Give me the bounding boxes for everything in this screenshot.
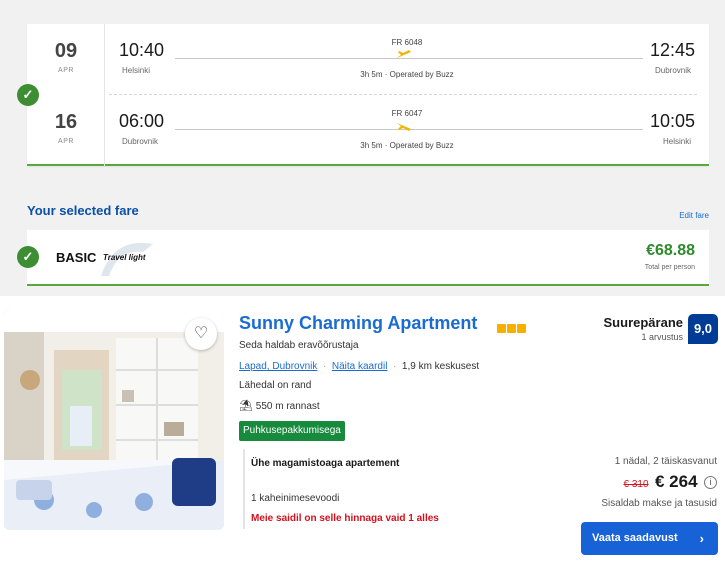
property-title[interactable]: Sunny Charming Apartment [239,313,477,334]
beach-distance-line: ⛱ 550 m rannast [239,399,320,412]
flight-itinerary-card: 09 APR 10:40 Helsinki FR 6048 3h 5m · Op… [27,24,709,166]
separator-dot: · [390,361,400,372]
location-link[interactable]: Lapad, Dubrovnik [239,361,317,372]
flight-day: 16 [54,111,78,133]
selected-fare-card: BASIC Travel light €68.88 Total per pers… [27,230,709,286]
flight-duration: 3h 5m · Operated by Buzz [360,141,454,150]
flight-date: 09 APR [27,24,105,95]
arrival-time: 10:05 [649,111,695,131]
flight-month: APR [58,138,74,145]
chevron-right-icon: › [699,531,704,546]
beach-icon: ⛱ [239,400,253,412]
fare-tagline: Travel light [103,253,146,262]
bed-type: 1 kaheinimesevoodi [251,493,340,504]
plane-icon [397,121,411,134]
fare-selected-check-icon: ✓ [17,246,39,268]
near-beach-text: Lähedal on rand [239,380,312,391]
plane-icon [397,50,411,63]
flight-number: FR 6047 [391,109,423,118]
edit-fare-link[interactable]: Edit fare [679,211,709,220]
show-on-map-link[interactable]: Näita kaardil [332,361,388,372]
arrival-city: Helsinki [662,137,691,146]
distance-from-center: 1,9 km keskusest [401,361,480,372]
flight-month: APR [58,67,74,74]
arrival-time: 12:45 [649,40,695,60]
flight-date: 16 APR [27,95,105,166]
selected-fare-heading: Your selected fare [27,203,139,218]
see-availability-label: Vaata saadavust [592,532,678,544]
stay-details: 1 nädal, 2 täiskasvanut [614,456,717,467]
arrival-city: Dubrovnik [654,66,691,75]
separator-dot: · [320,361,330,372]
review-count: 1 arvustus [641,332,683,342]
star-icon [497,324,506,333]
deal-badge: Puhkusepakkumisega [239,421,345,441]
flight-row-outbound: 09 APR 10:40 Helsinki FR 6048 3h 5m · Op… [27,24,709,95]
departure-city: Helsinki [122,66,151,75]
beach-distance: 550 m rannast [255,401,320,412]
price-line: € 310 € 264 i [624,472,717,492]
flight-number: FR 6048 [391,38,423,47]
flight-selected-check-icon: ✓ [17,84,39,106]
flight-row-return: 16 APR 06:00 Dubrovnik FR 6047 3h 5m · O… [27,95,709,166]
scarcity-message: Meie saidil on selle hinnaga vaid 1 alle… [251,513,439,524]
room-info-bar [243,449,245,529]
host-type: Seda haldab eravõõrustaja [239,340,359,351]
fare-name: BASIC [56,250,97,265]
flight-summary-area: 09 APR 10:40 Helsinki FR 6048 3h 5m · Op… [0,0,725,296]
fare-price: €68.88 [646,242,695,259]
review-score-badge[interactable]: 9,0 [688,314,718,344]
see-availability-button[interactable]: Vaata saadavust › [581,522,718,555]
departure-city: Dubrovnik [122,137,159,146]
flight-duration: 3h 5m · Operated by Buzz [360,70,454,79]
flight-day: 09 [54,40,78,62]
room-type: Ühe magamistoaga apartement [251,458,400,469]
departure-time: 06:00 [119,111,165,131]
favorite-heart-icon[interactable]: ♡ [185,318,217,350]
current-price: € 264 [655,472,698,491]
star-icon [517,324,526,333]
taxes-note: Sisaldab makse ja tasusid [601,498,717,509]
location-line: Lapad, Dubrovnik · Näita kaardil · 1,9 k… [239,361,479,372]
fare-price-caption: Total per person [644,264,695,271]
departure-time: 10:40 [119,40,165,60]
review-score-word[interactable]: Suurepärane [604,315,683,330]
star-icon [507,324,516,333]
info-icon[interactable]: i [704,476,717,489]
original-price: € 310 [623,479,649,490]
star-rating [497,320,527,338]
